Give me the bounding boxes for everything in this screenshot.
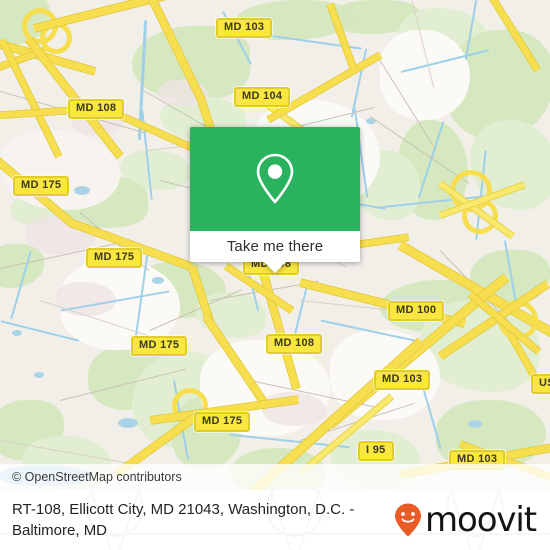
- moovit-logo[interactable]: moovit: [393, 500, 537, 540]
- card-pointer-triangle: [264, 262, 286, 273]
- route-shield: MD 104: [234, 87, 291, 107]
- card-action-panel[interactable]: Take me there: [190, 231, 360, 262]
- route-shield: MD 175: [131, 336, 188, 356]
- route-shield: MD 175: [86, 248, 143, 268]
- route-shield: MD 175: [13, 176, 70, 196]
- moovit-pin-smiley-icon: [394, 503, 421, 537]
- route-shield: MD 108: [68, 99, 125, 119]
- osm-attribution-text[interactable]: © OpenStreetMap contributors: [0, 470, 182, 484]
- footer-content: RT-108, Ellicott City, MD 21043, Washing…: [0, 490, 550, 550]
- route-shield: MD 108: [266, 334, 323, 354]
- map-pin-icon: [256, 153, 294, 204]
- route-shield: MD 103: [374, 370, 431, 390]
- moovit-wordmark: moovit: [424, 500, 537, 540]
- card-icon-panel: [190, 127, 360, 231]
- route-shield: I 95: [358, 441, 394, 461]
- route-shield: MD 100: [388, 301, 445, 321]
- screenshot-root: MD 103 MD 104 MD 108 MD 175 MD 175 MD 108 MD 1…: [0, 0, 550, 550]
- route-shield: US: [531, 374, 550, 394]
- route-shield: MD 103: [216, 18, 273, 38]
- map-attribution-bar: © OpenStreetMap contributors: [0, 464, 550, 490]
- take-me-there-label: Take me there: [226, 238, 324, 255]
- footer-bar: RT-108, Ellicott City, MD 21043, Washing…: [0, 490, 550, 550]
- place-title: RT-108, Ellicott City, MD 21043, Washing…: [12, 501, 355, 539]
- route-shield: MD 175: [194, 412, 251, 432]
- take-me-there-card[interactable]: Take me there: [190, 127, 360, 273]
